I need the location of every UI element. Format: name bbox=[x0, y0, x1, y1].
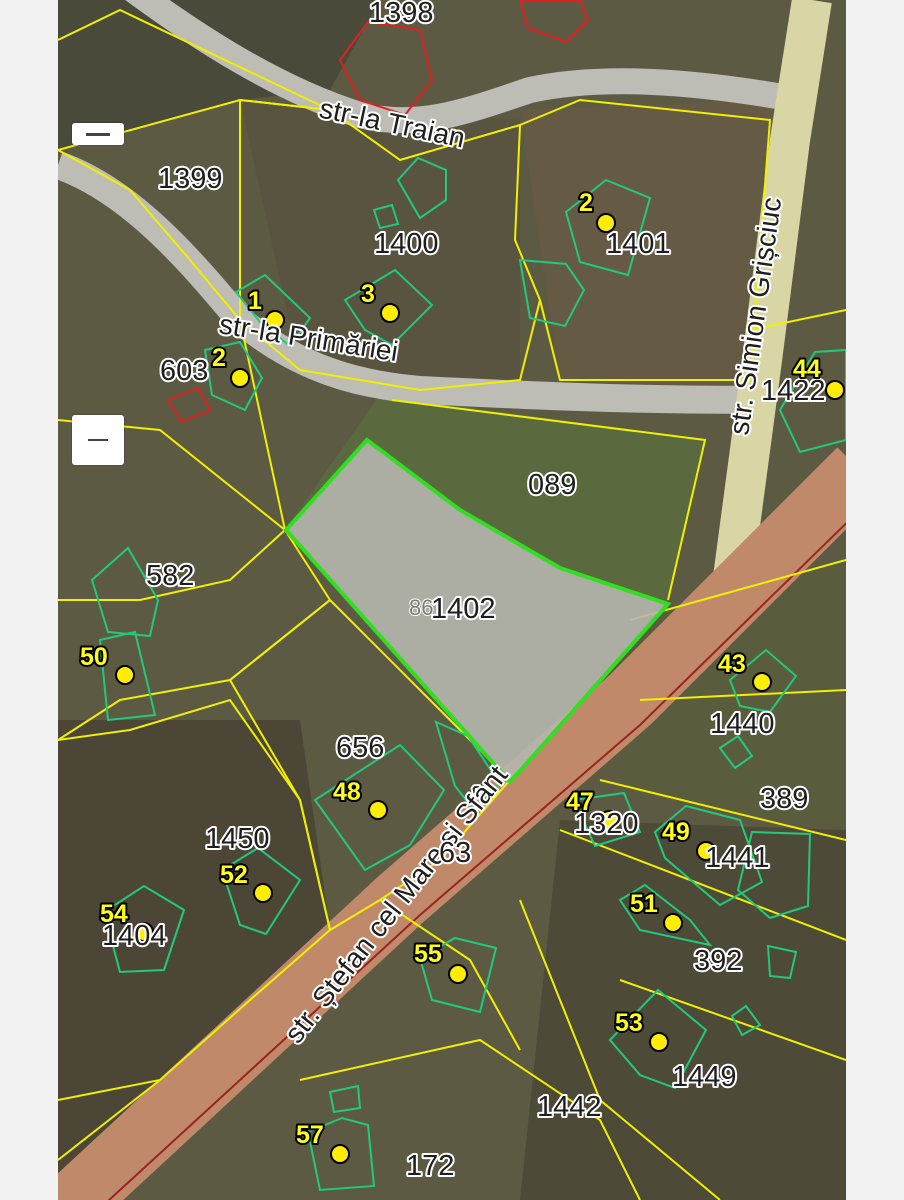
house-number: 54 bbox=[100, 900, 128, 928]
parcel-label-faded: 86 bbox=[409, 595, 433, 620]
map-svg[interactable]: str-la Traian str-la Primăriei str. Simi… bbox=[58, 0, 846, 1200]
house-number: 53 bbox=[615, 1009, 643, 1037]
house-number: 49 bbox=[662, 818, 690, 846]
house-marker[interactable] bbox=[115, 665, 135, 685]
house-number: 52 bbox=[220, 861, 248, 889]
house-number: 3 bbox=[361, 280, 375, 308]
parcel-label: 1440 bbox=[710, 708, 775, 740]
house-number: 2 bbox=[579, 189, 593, 217]
parcel-label: 1442 bbox=[537, 1091, 602, 1123]
parcel-label: 089 bbox=[528, 469, 576, 501]
house-marker[interactable] bbox=[330, 1144, 350, 1164]
house-number: 51 bbox=[630, 890, 658, 918]
house-marker[interactable] bbox=[380, 303, 400, 323]
house-marker[interactable] bbox=[448, 964, 468, 984]
parcel-label: 1398 bbox=[369, 0, 434, 29]
minus-icon bbox=[88, 439, 108, 441]
house-number: 2 bbox=[212, 344, 226, 372]
house-number: 44 bbox=[793, 355, 821, 383]
house-marker[interactable] bbox=[368, 800, 388, 820]
parcel-label: 603 bbox=[160, 355, 208, 387]
house-marker[interactable] bbox=[752, 672, 772, 692]
house-number: 55 bbox=[414, 940, 442, 968]
parcel-label: 172 bbox=[406, 1150, 454, 1182]
zoom-out-button[interactable] bbox=[72, 415, 124, 465]
house-marker[interactable] bbox=[253, 883, 273, 903]
parcel-label: 63 bbox=[439, 837, 471, 869]
house-marker[interactable] bbox=[663, 913, 683, 933]
house-number: 1 bbox=[248, 287, 262, 315]
house-number: 57 bbox=[296, 1121, 324, 1149]
parcel-label: 392 bbox=[694, 945, 742, 977]
parcel-label: 389 bbox=[760, 783, 808, 815]
parcel-label: 1441 bbox=[705, 842, 770, 874]
plus-icon bbox=[86, 132, 110, 136]
parcel-label: 582 bbox=[146, 560, 194, 592]
parcel-label: 656 bbox=[336, 732, 384, 764]
house-marker[interactable] bbox=[825, 380, 845, 400]
parcel-label: 1450 bbox=[205, 823, 270, 855]
house-number: 48 bbox=[333, 778, 361, 806]
zoom-in-button[interactable] bbox=[72, 123, 124, 145]
house-marker[interactable] bbox=[649, 1032, 669, 1052]
house-number: 47 bbox=[566, 788, 594, 816]
map-canvas[interactable]: str-la Traian str-la Primăriei str. Simi… bbox=[58, 0, 846, 1200]
parcel-label-selected: 1402 bbox=[431, 593, 496, 625]
house-number: 43 bbox=[718, 650, 746, 678]
parcel-label: 1400 bbox=[374, 228, 439, 260]
parcel-label: 1399 bbox=[158, 163, 223, 195]
house-number: 50 bbox=[80, 643, 108, 671]
house-marker[interactable] bbox=[230, 368, 250, 388]
parcel-label: 1449 bbox=[672, 1061, 737, 1093]
parcel-label: 1401 bbox=[606, 228, 671, 260]
